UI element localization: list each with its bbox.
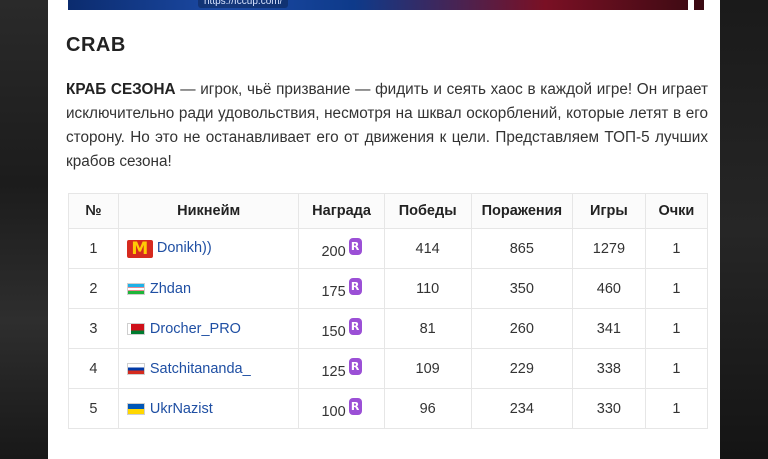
top-banner[interactable]: https://fccup.com/ <box>68 0 704 10</box>
nickname-cell: Satchitananda_ <box>117 348 300 389</box>
reward-value: 100 <box>321 403 346 420</box>
header-rank: № <box>68 193 119 229</box>
header-points: Очки <box>644 193 709 229</box>
losses-cell: 229 <box>470 348 573 389</box>
reward-value: 125 <box>321 363 346 380</box>
flag-ua-icon <box>126 402 145 415</box>
wins-cell: 81 <box>383 308 472 349</box>
losses-cell: 234 <box>470 388 573 429</box>
player-link[interactable]: Zhdan <box>150 281 191 297</box>
header-losses: Поражения <box>470 193 573 229</box>
section-title: CRAB <box>66 34 126 56</box>
coin-icon: R <box>348 277 362 295</box>
reward-cell: 125 R <box>298 348 385 389</box>
games-cell: 1279 <box>571 228 646 269</box>
wins-cell: 96 <box>383 388 472 429</box>
reward-cell: 150 R <box>298 308 385 349</box>
rank-cell: 1 <box>68 228 119 269</box>
losses-cell: 260 <box>470 308 573 349</box>
table-row: 3 Drocher_PRO 150 R 81 260 341 1 <box>68 308 709 349</box>
reward-cell: 100 R <box>298 388 385 429</box>
description-bold: КРАБ СЕЗОНА <box>66 81 176 98</box>
table-row: 2 Zhdan 175 R 110 350 460 1 <box>68 268 709 309</box>
player-link[interactable]: Satchitananda_ <box>150 361 251 377</box>
rank-cell: 3 <box>68 308 119 349</box>
points-cell: 1 <box>644 228 709 269</box>
wins-cell: 414 <box>383 228 472 269</box>
background-right <box>720 0 768 459</box>
reward-value: 150 <box>321 323 346 340</box>
header-nickname: Никнейм <box>117 193 300 229</box>
coin-icon: R <box>348 237 362 255</box>
points-cell: 1 <box>644 348 709 389</box>
wins-cell: 109 <box>383 348 472 389</box>
games-cell: 341 <box>571 308 646 349</box>
nickname-cell: UkrNazist <box>117 388 300 429</box>
section-description: КРАБ СЕЗОНА — игрок, чьё призвание — фид… <box>66 78 708 174</box>
reward-cell: 175 R <box>298 268 385 309</box>
points-cell: 1 <box>644 388 709 429</box>
header-reward: Награда <box>298 193 385 229</box>
nickname-cell: M Donikh)) <box>117 228 300 269</box>
flag-ru-icon <box>126 362 145 375</box>
banner-url: https://fccup.com/ <box>198 0 289 8</box>
flag-uz-icon <box>126 282 145 295</box>
player-link[interactable]: UkrNazist <box>150 401 213 417</box>
games-cell: 330 <box>571 388 646 429</box>
table-row: 4 Satchitananda_ 125 R 109 229 338 1 <box>68 348 709 389</box>
flag-by-icon <box>126 322 145 335</box>
table-header-row: № Никнейм Награда Победы Поражения Игры … <box>68 193 709 229</box>
player-link[interactable]: Drocher_PRO <box>150 321 241 337</box>
main-content: https://fccup.com/ CRAB КРАБ СЕЗОНА — иг… <box>48 0 720 459</box>
points-cell: 1 <box>644 268 709 309</box>
reward-cell: 200 R <box>298 228 385 269</box>
header-games: Игры <box>571 193 646 229</box>
losses-cell: 865 <box>470 228 573 269</box>
reward-value: 200 <box>321 243 346 260</box>
rank-cell: 5 <box>68 388 119 429</box>
wins-cell: 110 <box>383 268 472 309</box>
table-row: 1 M Donikh)) 200 R 414 865 1279 1 <box>68 228 709 269</box>
coin-icon: R <box>348 397 362 415</box>
reward-value: 175 <box>321 283 346 300</box>
player-link[interactable]: Donikh)) <box>157 240 212 256</box>
header-wins: Победы <box>383 193 472 229</box>
leaderboard-table: № Никнейм Награда Победы Поражения Игры … <box>68 193 709 429</box>
nickname-cell: Zhdan <box>117 268 300 309</box>
rank-cell: 2 <box>68 268 119 309</box>
nickname-cell: Drocher_PRO <box>117 308 300 349</box>
losses-cell: 350 <box>470 268 573 309</box>
mcdonalds-icon: M <box>126 239 153 258</box>
table-row: 5 UkrNazist 100 R 96 234 330 1 <box>68 388 709 429</box>
banner-divider <box>688 0 694 10</box>
games-cell: 338 <box>571 348 646 389</box>
points-cell: 1 <box>644 308 709 349</box>
coin-icon: R <box>348 317 362 335</box>
games-cell: 460 <box>571 268 646 309</box>
rank-cell: 4 <box>68 348 119 389</box>
coin-icon: R <box>348 357 362 375</box>
background-left <box>0 0 48 459</box>
